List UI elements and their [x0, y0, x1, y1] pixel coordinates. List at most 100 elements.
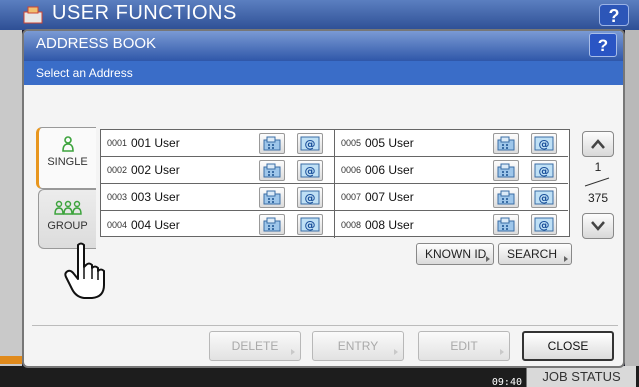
- page-up-button[interactable]: [582, 131, 614, 157]
- app-header: USER FUNCTIONS ?: [0, 0, 639, 30]
- chevron-up-icon: [591, 139, 605, 149]
- background-left-accent: [0, 356, 22, 364]
- page-down-button[interactable]: [582, 213, 614, 239]
- edit-label: EDIT: [450, 339, 478, 353]
- address-entry[interactable]: 0001 001 User @: [101, 130, 334, 157]
- entry-name: 008 User: [365, 217, 414, 232]
- email-button[interactable]: @: [297, 160, 323, 181]
- email-icon: @: [298, 190, 322, 205]
- svg-text:@: @: [305, 192, 316, 205]
- fax-button[interactable]: [259, 214, 285, 235]
- fax-icon: [494, 136, 518, 151]
- dialog-subtitle: Select an Address: [24, 61, 623, 85]
- delete-label: DELETE: [231, 339, 279, 353]
- screen: USER FUNCTIONS ? 09:40 JOB STATUS ADDRES…: [0, 0, 639, 387]
- entry-number: 0007: [341, 192, 362, 202]
- entry-label: ENTRY: [337, 339, 379, 353]
- dialog-title-bar: ADDRESS BOOK ?: [24, 31, 623, 61]
- fax-button[interactable]: [493, 214, 519, 235]
- clock: 09:40: [456, 369, 522, 387]
- entry-number: 0002: [107, 165, 128, 175]
- entry-name: 006 User: [365, 163, 414, 177]
- hand-pointer-icon: [64, 242, 105, 299]
- entry-name: 007 User: [365, 190, 414, 204]
- fax-button[interactable]: [259, 160, 285, 181]
- entry-number: 0003: [107, 192, 128, 202]
- fax-icon: [260, 217, 284, 232]
- entry-name: 001 User: [131, 136, 180, 150]
- email-button[interactable]: @: [297, 187, 323, 208]
- fax-icon: [494, 163, 518, 178]
- dialog-title: ADDRESS BOOK: [36, 35, 157, 52]
- address-list: 0001 001 User @0002 002 User @0003 003 User @0…: [100, 129, 570, 238]
- email-button[interactable]: @: [531, 187, 557, 208]
- delete-button[interactable]: DELETE: [209, 331, 301, 361]
- chevron-down-icon: [591, 221, 605, 231]
- fax-button[interactable]: [493, 133, 519, 154]
- tab-group-label: GROUP: [47, 220, 88, 232]
- entry-number: 0005: [341, 138, 362, 148]
- email-button[interactable]: @: [531, 160, 557, 181]
- fax-icon: [260, 136, 284, 151]
- svg-text:@: @: [539, 219, 550, 232]
- email-button[interactable]: @: [531, 214, 557, 235]
- email-icon: @: [532, 163, 556, 178]
- app-logo-icon: [23, 6, 43, 24]
- tab-group[interactable]: GROUP: [38, 189, 96, 249]
- entry-name: 002 User: [131, 163, 180, 177]
- close-button[interactable]: CLOSE: [522, 331, 614, 361]
- email-button[interactable]: @: [297, 214, 323, 235]
- svg-text:@: @: [305, 138, 316, 151]
- tab-single[interactable]: SINGLE: [36, 127, 96, 189]
- entry-number: 0008: [341, 219, 362, 230]
- email-icon: @: [298, 136, 322, 151]
- fax-button[interactable]: [493, 187, 519, 208]
- email-icon: @: [298, 217, 322, 232]
- fax-button[interactable]: [259, 187, 285, 208]
- entry-name: 003 User: [131, 190, 180, 204]
- address-entry[interactable]: 0004 004 User @: [101, 211, 334, 238]
- address-entry[interactable]: 0005 005 User @: [335, 130, 568, 157]
- address-entry[interactable]: 0008 008 User @: [335, 211, 568, 238]
- address-entry[interactable]: 0006 006 User @: [335, 157, 568, 184]
- email-icon: @: [298, 163, 322, 178]
- total-pages: 375: [587, 191, 609, 205]
- svg-text:@: @: [539, 138, 550, 151]
- entry-name: 004 User: [131, 217, 180, 232]
- person-icon: [61, 136, 74, 152]
- search-button[interactable]: SEARCH: [498, 243, 572, 265]
- edit-button[interactable]: EDIT: [418, 331, 510, 361]
- email-button[interactable]: @: [531, 133, 557, 154]
- fax-button[interactable]: [259, 133, 285, 154]
- known-id-button[interactable]: KNOWN ID: [416, 243, 494, 265]
- tab-single-label: SINGLE: [47, 156, 88, 168]
- dialog-help-button[interactable]: ?: [589, 33, 617, 57]
- entry-name: 005 User: [365, 136, 414, 150]
- fax-icon: [494, 190, 518, 205]
- svg-text:@: @: [305, 165, 316, 178]
- address-entry[interactable]: 0003 003 User @: [101, 184, 334, 211]
- fax-icon: [260, 190, 284, 205]
- email-button[interactable]: @: [297, 133, 323, 154]
- fax-button[interactable]: [493, 160, 519, 181]
- address-entry[interactable]: 0002 002 User @: [101, 157, 334, 184]
- current-page: 1: [594, 160, 602, 174]
- address-entry[interactable]: 0007 007 User @: [335, 184, 568, 211]
- svg-text:@: @: [539, 192, 550, 205]
- search-label: SEARCH: [507, 247, 558, 261]
- clock-time: 09:40: [491, 377, 522, 387]
- footer-divider: [32, 325, 618, 326]
- email-icon: @: [532, 190, 556, 205]
- background-left-edge: [0, 30, 22, 370]
- fax-icon: [494, 217, 518, 232]
- known-id-label: KNOWN ID: [425, 247, 487, 261]
- job-status-button[interactable]: JOB STATUS: [526, 366, 636, 387]
- entry-number: 0006: [341, 165, 362, 175]
- email-icon: @: [532, 217, 556, 232]
- svg-text:@: @: [539, 165, 550, 178]
- entry-button[interactable]: ENTRY: [312, 331, 404, 361]
- app-help-button[interactable]: ?: [599, 4, 629, 26]
- svg-text:@: @: [305, 219, 316, 232]
- email-icon: @: [532, 136, 556, 151]
- background-right-edge: [625, 30, 639, 370]
